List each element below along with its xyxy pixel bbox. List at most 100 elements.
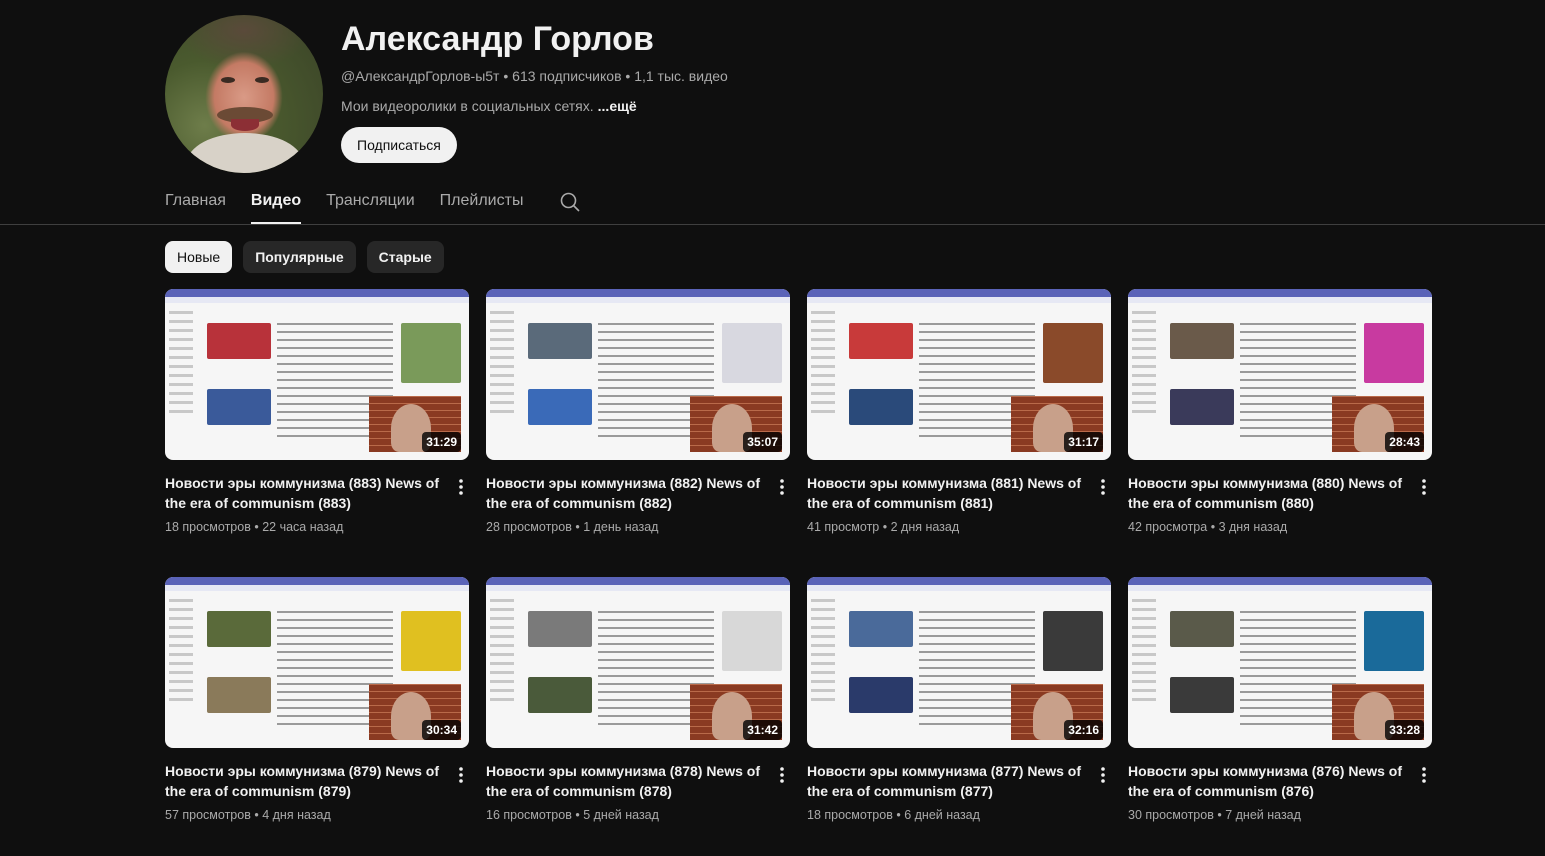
video-thumbnail[interactable]: 31:42	[486, 577, 790, 748]
video-thumbnail[interactable]: 35:07	[486, 289, 790, 460]
video-duration: 31:29	[422, 432, 461, 452]
video-duration: 35:07	[743, 432, 782, 452]
video-age: 2 дня назад	[890, 520, 960, 534]
video-card[interactable]: 33:28 Новости эры коммунизма (876) News …	[1128, 577, 1432, 827]
video-thumbnail[interactable]: 30:34	[165, 577, 469, 748]
video-title[interactable]: Новости эры коммунизма (876) News of the…	[1128, 761, 1406, 801]
video-card[interactable]: 30:34 Новости эры коммунизма (879) News …	[165, 577, 469, 827]
video-duration: 31:42	[743, 720, 782, 740]
video-views: 28 просмотров	[486, 520, 572, 534]
video-thumbnail[interactable]: 28:43	[1128, 289, 1432, 460]
video-thumbnail[interactable]: 31:29	[165, 289, 469, 460]
video-title[interactable]: Новости эры коммунизма (880) News of the…	[1128, 473, 1406, 513]
chip-popular[interactable]: Популярные	[243, 241, 356, 273]
thumb-url-bar	[1128, 297, 1432, 303]
thumb-browser-bar	[486, 577, 790, 585]
more-vert-icon[interactable]	[774, 477, 790, 497]
thumb-ad-image	[722, 611, 782, 671]
video-card[interactable]: 28:43 Новости эры коммунизма (880) News …	[1128, 289, 1432, 539]
channel-meta: @АлександрГорлов-ы5т • 613 подписчиков •…	[341, 68, 728, 84]
thumb-ad-image	[1043, 323, 1103, 383]
chip-newest[interactable]: Новые	[165, 241, 233, 273]
video-title[interactable]: Новости эры коммунизма (878) News of the…	[486, 761, 764, 801]
thumb-browser-bar	[807, 289, 1111, 297]
video-card[interactable]: 31:17 Новости эры коммунизма (881) News …	[807, 289, 1111, 539]
video-title[interactable]: Новости эры коммунизма (879) News of the…	[165, 761, 443, 801]
video-duration: 28:43	[1385, 432, 1424, 452]
thumb-url-bar	[486, 585, 790, 591]
video-age: 1 день назад	[583, 520, 659, 534]
meta-separator: •	[1210, 520, 1216, 534]
video-title[interactable]: Новости эры коммунизма (881) News of the…	[807, 473, 1085, 513]
more-vert-icon[interactable]	[453, 477, 469, 497]
video-age: 3 дня назад	[1218, 520, 1288, 534]
search-icon[interactable]	[558, 190, 582, 214]
thumb-browser-bar	[1128, 289, 1432, 297]
thumb-ad-image	[1364, 611, 1424, 671]
thumb-news-image	[528, 611, 592, 647]
more-vert-icon[interactable]	[1416, 765, 1432, 785]
thumb-news-image	[1170, 611, 1234, 647]
thumb-sidebar	[1132, 311, 1164, 419]
video-views: 18 просмотров	[165, 520, 251, 534]
tabs-divider	[0, 224, 1545, 225]
avatar-shirt	[187, 133, 303, 173]
tab-home[interactable]: Главная	[165, 186, 226, 224]
video-card[interactable]: 35:07 Новости эры коммунизма (882) News …	[486, 289, 790, 539]
meta-separator: •	[575, 520, 580, 534]
video-title[interactable]: Новости эры коммунизма (883) News of the…	[165, 473, 443, 513]
channel-avatar[interactable]	[165, 15, 323, 173]
thumb-news-image	[849, 677, 913, 713]
chip-oldest[interactable]: Старые	[366, 241, 444, 273]
video-meta: 57 просмотров • 4 дня назад	[165, 808, 331, 822]
tab-live[interactable]: Трансляции	[326, 186, 415, 224]
video-card[interactable]: 31:29 Новости эры коммунизма (883) News …	[165, 289, 469, 539]
thumb-news-image	[207, 389, 271, 425]
video-title[interactable]: Новости эры коммунизма (882) News of the…	[486, 473, 764, 513]
more-vert-icon-svg	[1101, 767, 1105, 783]
tab-playlists[interactable]: Плейлисты	[440, 186, 524, 224]
video-thumbnail[interactable]: 33:28	[1128, 577, 1432, 748]
more-vert-icon[interactable]	[453, 765, 469, 785]
video-meta: 18 просмотров • 22 часа назад	[165, 520, 343, 534]
video-card[interactable]: 32:16 Новости эры коммунизма (877) News …	[807, 577, 1111, 827]
thumb-news-image	[528, 677, 592, 713]
video-thumbnail[interactable]: 31:17	[807, 289, 1111, 460]
thumb-news-image	[528, 323, 592, 359]
thumb-browser-bar	[1128, 577, 1432, 585]
channel-handle: @АлександрГорлов-ы5т	[341, 68, 500, 84]
thumb-browser-bar	[486, 289, 790, 297]
tab-videos[interactable]: Видео	[250, 186, 302, 224]
more-link[interactable]: ...ещё	[598, 98, 637, 114]
more-vert-icon[interactable]	[1416, 477, 1432, 497]
more-vert-icon-svg	[1422, 767, 1426, 783]
video-views: 30 просмотров	[1128, 808, 1214, 822]
more-vert-icon-svg	[1101, 479, 1105, 495]
search-icon-svg	[561, 192, 581, 212]
video-duration: 32:16	[1064, 720, 1103, 740]
thumb-news-image	[207, 323, 271, 359]
meta-separator: •	[254, 808, 259, 822]
thumb-ad-image	[1043, 611, 1103, 671]
more-vert-icon[interactable]	[1095, 765, 1111, 785]
video-meta: 18 просмотров • 6 дней назад	[807, 808, 980, 822]
video-thumbnail[interactable]: 32:16	[807, 577, 1111, 748]
video-card[interactable]: 31:42 Новости эры коммунизма (878) News …	[486, 577, 790, 827]
avatar-mouth	[231, 119, 259, 131]
video-title[interactable]: Новости эры коммунизма (877) News of the…	[807, 761, 1085, 801]
meta-separator: •	[882, 520, 888, 534]
video-age: 7 дней назад	[1225, 808, 1301, 822]
thumb-ad-image	[401, 611, 461, 671]
thumb-browser-bar	[165, 289, 469, 297]
meta-separator: •	[503, 68, 509, 84]
more-vert-icon-svg	[1422, 479, 1426, 495]
subscribe-button[interactable]: Подписаться	[341, 127, 457, 163]
video-meta: 42 просмотра • 3 дня назад	[1128, 520, 1287, 534]
channel-description[interactable]: Мои видеоролики в социальных сетях. ...ещ…	[341, 98, 637, 114]
more-vert-icon[interactable]	[1095, 477, 1111, 497]
meta-separator: •	[254, 520, 259, 534]
video-meta: 28 просмотров • 1 день назад	[486, 520, 658, 534]
thumb-news-image	[849, 389, 913, 425]
meta-separator: •	[575, 808, 580, 822]
more-vert-icon[interactable]	[774, 765, 790, 785]
